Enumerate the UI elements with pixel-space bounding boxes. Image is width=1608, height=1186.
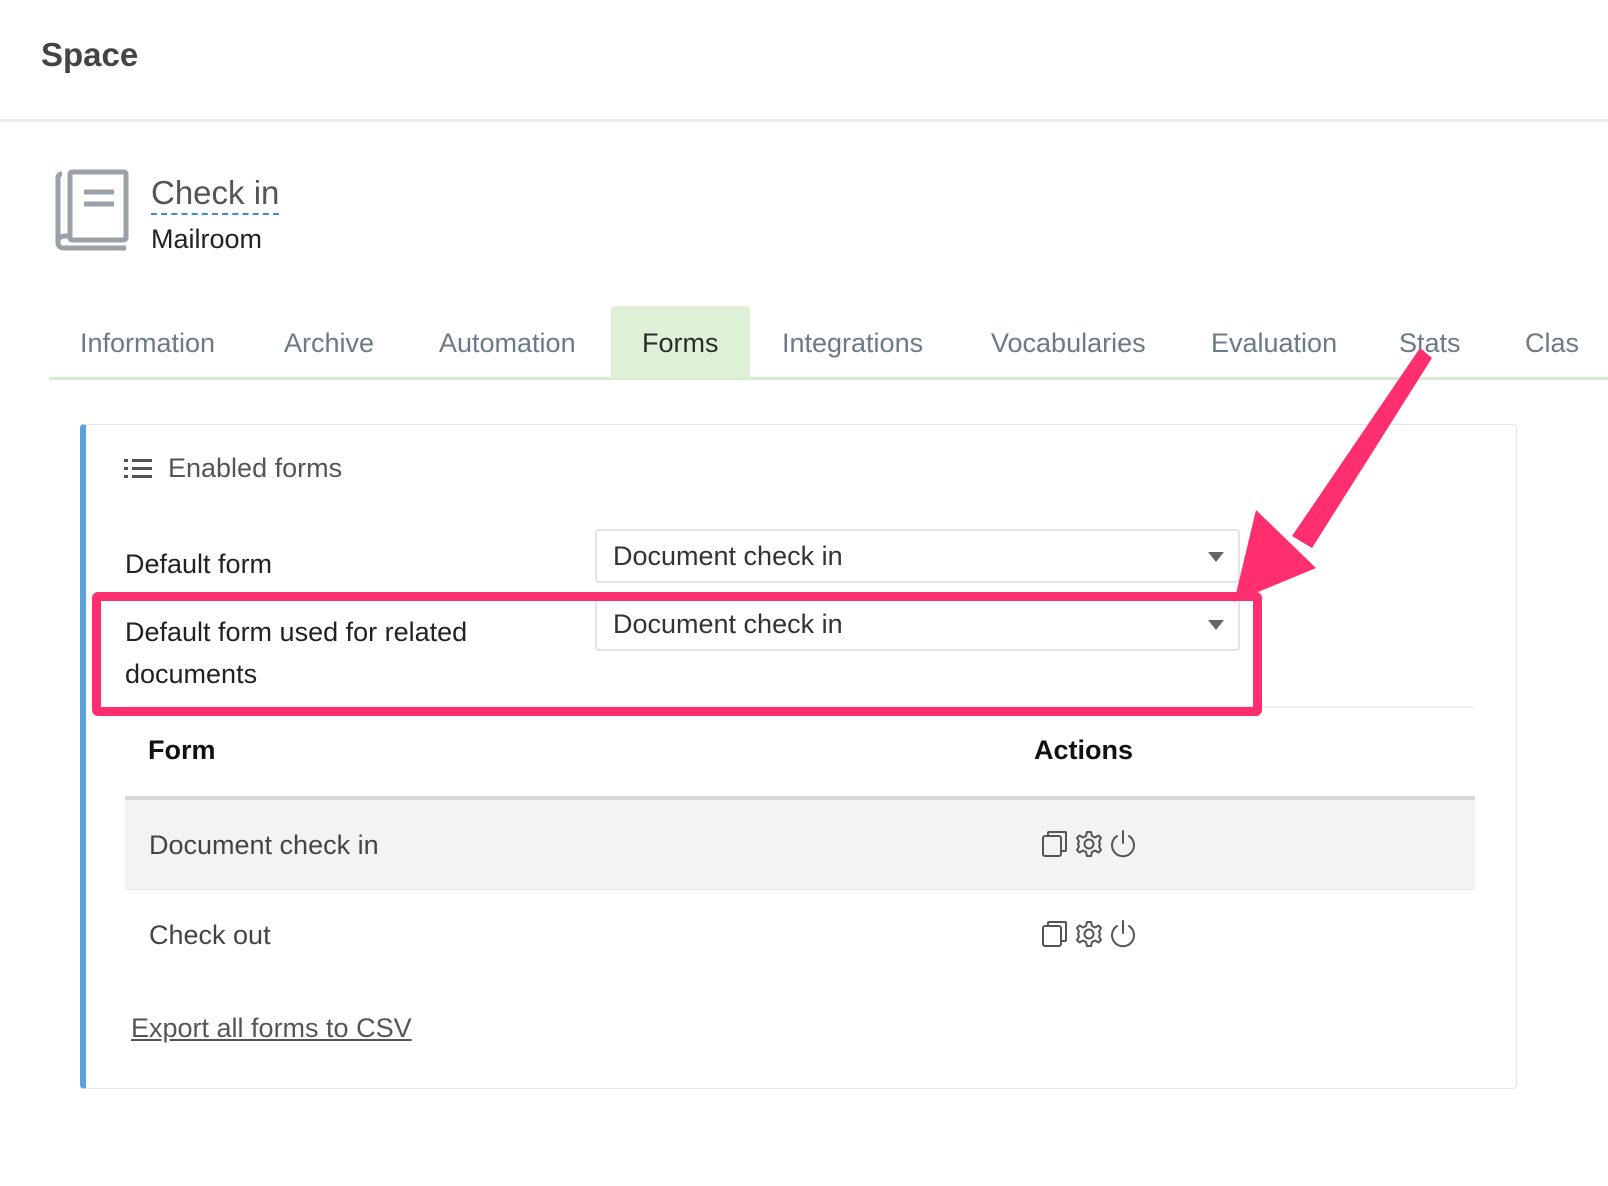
table-row: Check out [125,890,1475,980]
export-csv-link[interactable]: Export all forms to CSV [131,1013,412,1044]
tab-clas[interactable]: Clas [1525,306,1579,377]
column-header-actions: Actions [1034,735,1134,765]
row-actions [1040,919,1138,949]
power-icon[interactable] [1108,829,1138,859]
row-actions [1040,829,1138,859]
book-icon [55,169,129,251]
top-bar: Space [0,0,1608,122]
space-name-link[interactable]: Check in [151,174,280,215]
tab-automation[interactable]: Automation [439,306,576,377]
gear-icon[interactable] [1074,829,1104,859]
app-title: Space [41,36,139,73]
default-form-select[interactable]: Document check in [595,529,1240,583]
tab-archive[interactable]: Archive [284,306,374,377]
table-row: Document check in [125,800,1475,890]
gear-icon[interactable] [1074,919,1104,949]
default-form-value: Document check in [613,541,843,571]
annotation-highlight-box [92,592,1262,716]
annotation-arrow-icon [1234,348,1432,602]
form-name: Check out [149,920,271,950]
copy-icon[interactable] [1040,829,1070,859]
column-header-form: Form [148,735,216,765]
tab-integrations[interactable]: Integrations [782,306,923,377]
form-name: Document check in [149,830,379,860]
panel-header: Enabled forms [124,453,342,484]
panel-title: Enabled forms [168,453,343,483]
copy-icon[interactable] [1040,919,1070,949]
space-subtitle: Mailroom [151,224,263,254]
tab-forms[interactable]: Forms [611,306,750,377]
list-icon [124,458,152,478]
tab-vocabularies[interactable]: Vocabularies [991,306,1146,377]
tab-information[interactable]: Information [80,306,215,377]
power-icon[interactable] [1108,919,1138,949]
default-form-label: Default form [125,549,273,579]
